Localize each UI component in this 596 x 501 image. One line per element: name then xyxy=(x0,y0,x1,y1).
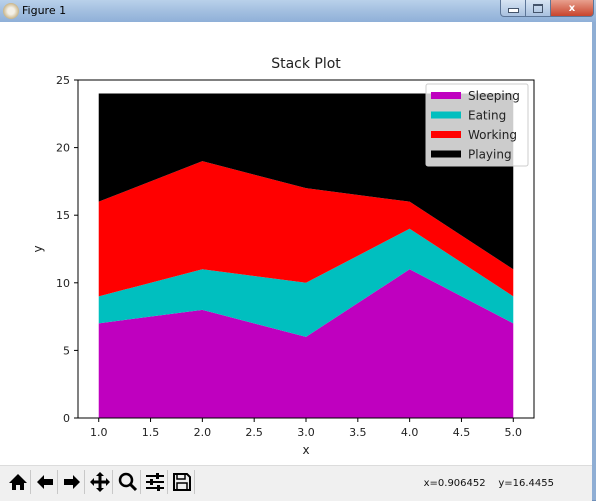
zoom-button[interactable] xyxy=(116,470,141,494)
legend-swatch-working xyxy=(431,131,461,138)
window-titlebar: Figure 1 x xyxy=(0,0,596,22)
legend-label-sleeping: Sleeping xyxy=(468,89,520,103)
arrow-left-icon xyxy=(37,475,53,489)
legend-label-working: Working xyxy=(468,128,517,142)
x-tick-label: 1.0 xyxy=(90,426,108,439)
x-tick-label: 1.5 xyxy=(142,426,160,439)
window-title: Figure 1 xyxy=(22,4,67,17)
pan-button[interactable] xyxy=(88,470,113,494)
minimize-button[interactable] xyxy=(500,0,526,17)
arrow-right-icon xyxy=(64,475,80,489)
minimize-icon xyxy=(507,8,519,13)
legend-swatch-playing xyxy=(431,150,461,158)
legend-label-eating: Eating xyxy=(468,109,506,123)
sliders-icon xyxy=(146,473,164,491)
floppy-disk-icon xyxy=(173,473,191,491)
x-tick-label: 4.5 xyxy=(453,426,471,439)
navigation-toolbar: x=0.906452 y=16.4455 xyxy=(0,465,592,501)
x-tick-label: 3.0 xyxy=(297,426,315,439)
figure-canvas: 1.0 1.5 2.0 2.5 3.0 3.5 4.0 4.5 5.0 0 5 10 15 20 25 S… xyxy=(0,22,596,500)
legend-swatch-sleeping xyxy=(431,92,461,99)
cursor-coordinates: x=0.906452 y=16.4455 xyxy=(424,478,554,489)
close-icon: x xyxy=(568,2,576,14)
y-axis-label: y xyxy=(31,245,45,252)
maximize-icon xyxy=(533,3,543,13)
app-icon xyxy=(3,3,19,19)
x-tick-label: 3.5 xyxy=(349,426,367,439)
x-axis-label: x xyxy=(302,443,309,457)
back-button[interactable] xyxy=(33,470,58,494)
home-icon xyxy=(9,474,27,490)
y-tick-label: 25 xyxy=(56,74,70,87)
x-tick-label: 2.0 xyxy=(194,426,212,439)
x-tick-label: 4.0 xyxy=(401,426,419,439)
configure-subplots-button[interactable] xyxy=(143,470,168,494)
legend: Sleeping Eating Working Playing xyxy=(425,83,529,167)
save-button[interactable] xyxy=(170,470,195,494)
cursor-x: x=0.906452 xyxy=(423,478,486,489)
y-tick-label: 0 xyxy=(63,412,70,425)
maximize-button[interactable] xyxy=(525,0,551,17)
y-tick-label: 5 xyxy=(63,344,70,357)
y-tick-label: 10 xyxy=(56,277,70,290)
cursor-y: y=16.4455 xyxy=(498,478,554,489)
legend-label-playing: Playing xyxy=(468,148,512,162)
forward-button[interactable] xyxy=(60,470,85,494)
stack-plot: 1.0 1.5 2.0 2.5 3.0 3.5 4.0 4.5 5.0 0 5 10 15 20 25 S… xyxy=(31,56,535,457)
y-tick-label: 15 xyxy=(56,209,70,222)
x-tick-label: 2.5 xyxy=(245,426,263,439)
legend-swatch-eating xyxy=(431,111,461,119)
y-tick-label: 20 xyxy=(56,142,70,155)
home-button[interactable] xyxy=(6,470,31,494)
zoom-icon xyxy=(118,472,138,492)
close-button[interactable]: x xyxy=(550,0,594,17)
x-tick-label: 5.0 xyxy=(505,426,523,439)
chart-title: Stack Plot xyxy=(271,56,341,72)
move-icon xyxy=(90,472,110,492)
